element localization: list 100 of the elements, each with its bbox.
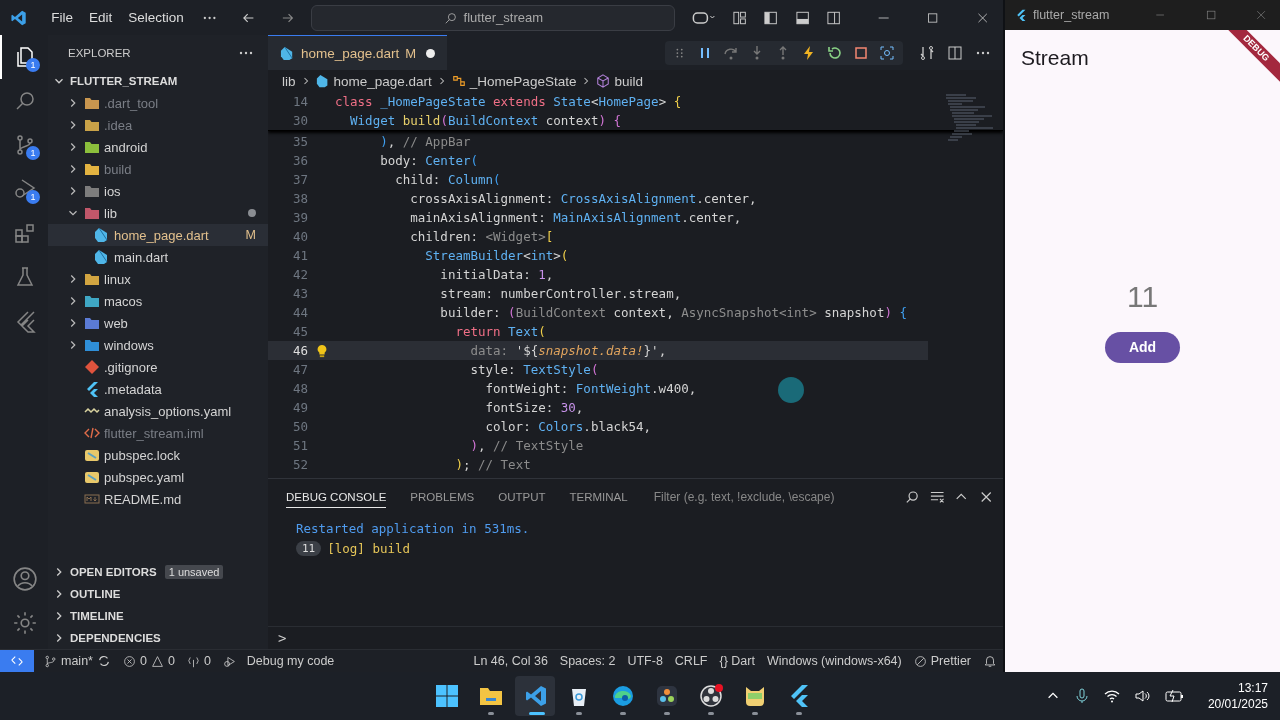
menu-item[interactable]: File (45, 10, 79, 25)
remote-button[interactable] (0, 650, 34, 672)
branch-status[interactable]: main* (38, 654, 117, 668)
section-header[interactable]: DEPENDENCIES (48, 627, 268, 649)
menu-item[interactable]: Selection (122, 10, 190, 25)
secondary-sidebar-icon[interactable] (825, 9, 841, 26)
file-tree-item[interactable]: linux (48, 268, 268, 290)
markdown-icon (84, 491, 100, 507)
code-line: StreamBuilder<int>( (424, 248, 569, 263)
section-header[interactable]: OPEN EDITORS 1 unsaved (48, 561, 268, 583)
panel-tab[interactable]: OUTPUT (498, 485, 546, 508)
notification-badge: 1 (26, 190, 40, 204)
status-item[interactable]: UTF-8 (621, 654, 669, 668)
inspect-icon[interactable] (879, 44, 895, 61)
editor-tab[interactable]: home_page.dart M (268, 35, 448, 70)
breadcrumb[interactable]: home_page.dart (333, 73, 432, 89)
settings-icon[interactable] (12, 610, 38, 636)
compare-changes-icon[interactable] (919, 44, 935, 61)
video-editor-icon (654, 684, 679, 708)
section-header[interactable]: TIMELINE (48, 605, 268, 627)
battery-charging-icon[interactable] (1163, 688, 1184, 704)
layout-icon[interactable] (732, 9, 748, 26)
line-number: 49 (291, 400, 308, 415)
file-tree-item[interactable]: .gitignore (48, 356, 268, 378)
breadcrumb[interactable]: _HomePageState (469, 73, 577, 89)
line-number: 40 (291, 229, 308, 244)
code-line: children: <Widget>[ (409, 229, 554, 244)
dart-icon (94, 249, 110, 265)
code-line: return Text( (454, 324, 546, 339)
prettier-status[interactable]: Prettier (907, 654, 977, 668)
split-editor-icon[interactable] (947, 44, 963, 61)
microphone-icon[interactable] (1073, 688, 1090, 704)
wifi-icon[interactable] (1103, 688, 1120, 704)
code-line: class _HomePageState extends State<HomePage> { (335, 94, 682, 109)
status-item[interactable]: CRLF (668, 654, 714, 668)
file-tree-item[interactable]: .dart_tool (48, 92, 268, 114)
line-number: 44 (291, 305, 308, 320)
ports-status[interactable]: 0 (180, 654, 217, 668)
bug-play-icon (222, 654, 236, 668)
notification-badge: 1 (26, 146, 40, 160)
git-icon (84, 359, 100, 375)
panel-tab[interactable]: TERMINAL (569, 485, 628, 508)
restart-icon[interactable] (827, 44, 843, 61)
bell-icon (983, 654, 997, 668)
line-number: 50 (291, 419, 308, 434)
file-tree-item[interactable]: pubspec.lock (48, 444, 268, 466)
file-tree-item[interactable]: windows (48, 334, 268, 356)
maximize-icon[interactable] (926, 10, 940, 25)
search-icon[interactable] (905, 488, 920, 505)
bug-play-icon (13, 177, 37, 201)
line-number: 41 (291, 248, 308, 263)
status-item[interactable]: Ln 46, Col 36 (467, 654, 554, 668)
activity-item[interactable]: 1 (0, 123, 48, 167)
window-title: flutter_stream (1032, 8, 1110, 22)
file-tree-item[interactable]: .metadata (48, 378, 268, 400)
file-tree-item[interactable]: home_page.dart M (48, 224, 268, 246)
sidebar-toggle-icon[interactable] (763, 9, 779, 26)
code-line: mainAxisAlignment: MainAxisAlignment.center, (409, 210, 742, 225)
panel-toggle-icon[interactable] (794, 9, 810, 26)
account-icon[interactable] (12, 566, 38, 592)
git-status-label: M (405, 45, 417, 61)
line-number: 42 (291, 267, 308, 282)
menu-item[interactable]: Edit (82, 10, 119, 25)
dart-icon (94, 227, 110, 243)
add-button[interactable]: Add (1105, 331, 1180, 363)
file-tree-item[interactable]: ios (48, 180, 268, 202)
file-tree-item[interactable]: web (48, 312, 268, 334)
file-tree-item[interactable]: pubspec.yaml (48, 466, 268, 488)
line-number: 30 (291, 113, 308, 128)
workspace-header[interactable]: FLUTTER_STREAM (48, 70, 268, 92)
clock[interactable]: 13:17 20/01/2025 (1207, 680, 1268, 712)
file-tree-item[interactable]: build (48, 158, 268, 180)
command-search-field[interactable]: flutter_stream (311, 4, 676, 31)
breadcrumb[interactable]: build (614, 73, 643, 89)
line-number: 45 (291, 324, 308, 339)
file-tree-item[interactable]: main.dart (48, 246, 268, 268)
code-line: initialData: 1, (439, 267, 554, 282)
panel-tab[interactable]: PROBLEMS (410, 485, 475, 508)
volume-icon[interactable] (1133, 688, 1150, 704)
panel-tab[interactable]: DEBUG CONSOLE (286, 485, 387, 508)
file-tree-item[interactable]: lib (48, 202, 268, 224)
filter-input[interactable]: Filter (e.g. text, !exclude, \escape) (651, 488, 900, 505)
stop-icon[interactable] (853, 44, 869, 61)
file-tree-item[interactable]: analysis_options.yaml (48, 400, 268, 422)
taskbar-app[interactable] (514, 676, 555, 716)
activity-item[interactable]: 1 (0, 167, 48, 211)
section-header[interactable]: OUTLINE (48, 583, 268, 605)
file-tree-item[interactable]: macos (48, 290, 268, 312)
file-tree-item[interactable]: README.md (48, 488, 268, 510)
problems-status[interactable]: 0 0 (116, 654, 181, 668)
status-item[interactable]: {} Dart (713, 654, 761, 668)
debug-status[interactable]: Debug my code (216, 654, 341, 668)
file-tree-item[interactable]: .idea (48, 114, 268, 136)
status-item[interactable]: Windows (windows-x64) (760, 654, 908, 668)
breadcrumb[interactable]: lib (282, 73, 296, 89)
warning-icon (150, 654, 164, 668)
code-line: builder: (BuildContext context, AsyncSnapshot<int> snapshot) { (439, 305, 907, 320)
file-tree-item[interactable]: flutter_stream.iml (48, 422, 268, 444)
file-tree-item[interactable]: android (48, 136, 268, 158)
status-item[interactable]: Spaces: 2 (553, 654, 622, 668)
